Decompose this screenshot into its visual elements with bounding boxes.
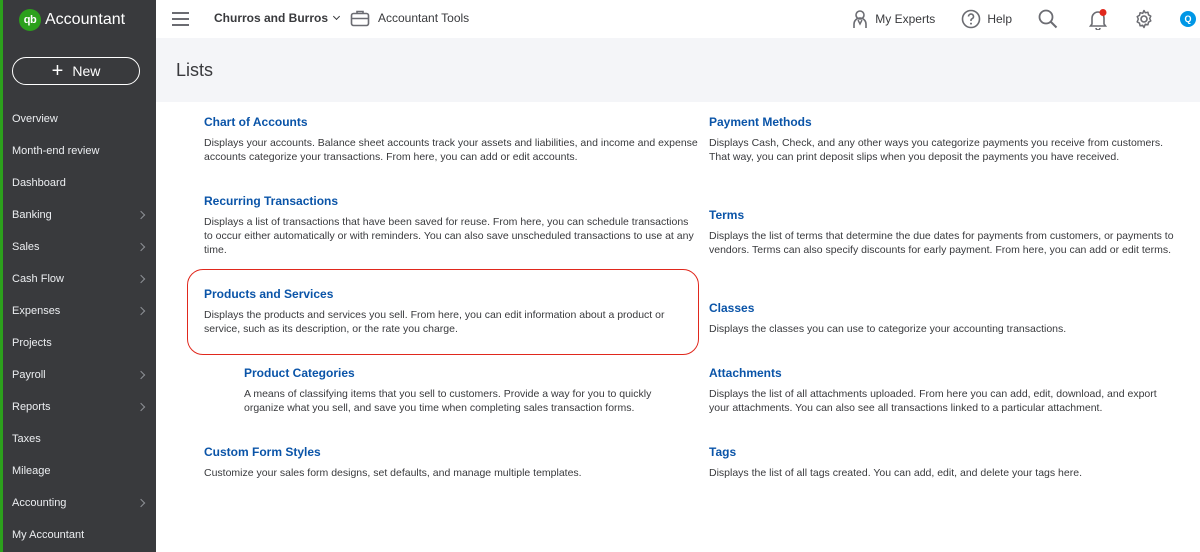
list-description: Displays a list of transactions that hav… [204,216,694,256]
sidebar-item-payroll[interactable]: Payroll [3,359,156,391]
sidebar-item-accounting[interactable]: Accounting [3,487,156,519]
sidebar-item-label: Mileage [12,465,51,477]
sidebar-item-my-accountant[interactable]: My Accountant [3,519,156,551]
list-link[interactable]: Classes [709,301,1174,315]
sidebar: qb Accountant + New Overview Month-end r… [0,0,156,552]
sidebar-item-label: Taxes [12,433,41,445]
list-item-tags: Tags Displays the list of all tags creat… [709,445,1174,480]
list-description: Displays the classes you can use to cate… [709,323,1067,335]
page-title: Lists [176,60,214,80]
search-button[interactable] [1038,9,1064,29]
list-link[interactable]: Terms [709,208,1174,222]
help-button[interactable]: Help [961,9,1012,29]
list-description: Displays the list of all attachments upl… [709,388,1157,414]
help-icon [962,9,981,29]
sidebar-item-label: Expenses [12,305,61,317]
sidebar-item-cash-flow[interactable]: Cash Flow [3,263,156,295]
quickbooks-logo-icon: qb [19,9,41,31]
sidebar-item-reports[interactable]: Reports [3,391,156,423]
gear-icon [1136,9,1152,29]
sidebar-item-taxes[interactable]: Taxes [3,423,156,455]
list-link[interactable]: Product Categories [244,366,694,380]
sidebar-item-label: Accounting [12,497,67,509]
brand[interactable]: qb Accountant [19,9,125,31]
list-link[interactable]: Chart of Accounts [204,115,699,129]
sidebar-item-label: Dashboard [12,177,66,189]
hamburger-menu-icon[interactable] [172,12,189,26]
company-name: Churros and Burros [214,11,329,25]
top-bar-actions: My Experts Help Q [851,0,1200,38]
sidebar-item-label: Payroll [12,369,46,381]
list-description: Customize your sales form designs, set d… [204,467,582,479]
sidebar-item-label: Reports [12,401,51,413]
list-link[interactable]: Custom Form Styles [204,445,699,459]
chevron-down-icon [332,12,341,21]
briefcase-icon [350,10,370,27]
sidebar-item-label: Month-end review [12,145,100,157]
company-switcher[interactable]: Churros and Burros [214,11,341,25]
list-item-attachments: Attachments Displays the list of all att… [709,366,1179,415]
chevron-right-icon [136,242,146,252]
chevron-right-icon [136,498,146,508]
sidebar-item-sales[interactable]: Sales [3,231,156,263]
sidebar-item-month-end-review[interactable]: Month-end review [3,135,156,167]
list-description: Displays your accounts. Balance sheet ac… [204,137,698,163]
list-link[interactable]: Tags [709,445,1174,459]
help-label: Help [987,12,1012,26]
sidebar-item-overview[interactable]: Overview [3,103,156,135]
list-item-classes: Classes Displays the classes you can use… [709,301,1174,336]
list-description: A means of classifying items that you se… [244,388,652,414]
list-link[interactable]: Attachments [709,366,1179,380]
notifications-button[interactable] [1088,8,1114,30]
list-item-custom-form-styles: Custom Form Styles Customize your sales … [204,445,699,480]
sidebar-item-expenses[interactable]: Expenses [3,295,156,327]
list-item-terms: Terms Displays the list of terms that de… [709,208,1174,257]
chevron-right-icon [136,402,146,412]
my-experts-label: My Experts [875,12,936,26]
avatar[interactable]: Q [1180,11,1196,27]
list-item-product-categories: Product Categories A means of classifyin… [244,366,694,415]
sidebar-item-label: Overview [12,113,58,125]
chevron-right-icon [136,210,146,220]
list-description: Displays the list of all tags created. Y… [709,467,1082,479]
sidebar-item-label: Cash Flow [12,273,64,285]
sidebar-nav: Overview Month-end review Dashboard Bank… [3,103,156,551]
accountant-tools-button[interactable]: Accountant Tools [350,9,469,27]
chevron-right-icon [136,306,146,316]
chevron-right-icon [136,370,146,380]
search-icon [1038,9,1058,29]
sidebar-item-mileage[interactable]: Mileage [3,455,156,487]
plus-icon: + [51,60,64,82]
top-bar: Churros and Burros Accountant Tools My E… [156,0,1200,38]
sidebar-item-label: Banking [12,209,52,221]
sidebar-item-label: Sales [12,241,40,253]
list-description: Displays the list of terms that determin… [709,230,1174,256]
new-button[interactable]: + New [12,57,140,85]
list-item-payment-methods: Payment Methods Displays Cash, Check, an… [709,115,1174,164]
page-header: Lists [156,38,1200,102]
list-link[interactable]: Payment Methods [709,115,1174,129]
sidebar-item-banking[interactable]: Banking [3,199,156,231]
settings-button[interactable] [1134,9,1160,29]
list-description: Displays Cash, Check, and any other ways… [709,137,1164,163]
sidebar-item-dashboard[interactable]: Dashboard [3,167,156,199]
person-badge-icon [853,10,868,28]
sidebar-item-label: Projects [12,337,52,349]
accountant-tools-label: Accountant Tools [378,11,470,25]
chevron-right-icon [136,274,146,284]
brand-name: Accountant [45,11,126,28]
my-experts-button[interactable]: My Experts [851,9,935,29]
new-button-label: New [72,63,101,79]
list-link[interactable]: Recurring Transactions [204,194,699,208]
sidebar-item-label: My Accountant [12,529,85,541]
list-item-recurring-transactions: Recurring Transactions Displays a list o… [204,194,699,257]
sidebar-item-projects[interactable]: Projects [3,327,156,359]
highlight-annotation [187,269,699,355]
list-item-chart-of-accounts: Chart of Accounts Displays your accounts… [204,115,699,164]
bell-icon [1088,9,1108,30]
